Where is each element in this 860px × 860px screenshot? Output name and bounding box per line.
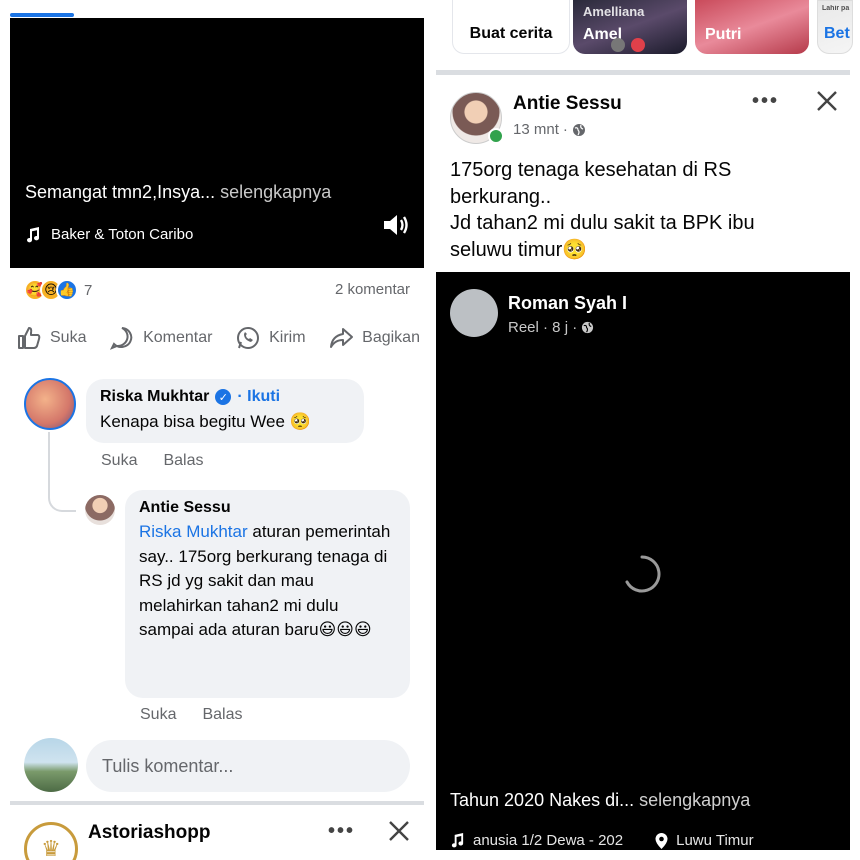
like-reaction-icon: 👍: [56, 279, 78, 301]
reel-author[interactable]: Roman Syah I: [508, 293, 627, 314]
reply-like-button[interactable]: Suka: [140, 706, 176, 724]
story-card[interactable]: Putri: [695, 0, 809, 54]
end-call-icon: [631, 38, 645, 52]
tab-indicator: [10, 13, 74, 17]
post-time[interactable]: 13 mnt: [513, 121, 559, 138]
comment-count[interactable]: 2 komentar: [335, 281, 410, 298]
follow-button[interactable]: · Ikuti: [237, 388, 280, 406]
avatar[interactable]: [450, 289, 498, 337]
post-author[interactable]: Astoriashopp: [88, 822, 210, 844]
location-pin-icon: [655, 832, 668, 849]
post-text-line: berkurang..: [450, 185, 552, 208]
create-story-button[interactable]: Buat cerita: [452, 0, 570, 54]
reply-actions: Suka Balas: [140, 706, 243, 724]
comment-author-row: Riska Mukhtar ✓ · Ikuti: [100, 388, 350, 406]
like-button[interactable]: Suka: [16, 325, 86, 351]
story-top-text: Lahir pa: [822, 5, 850, 12]
see-more-link[interactable]: selengkapnya: [220, 182, 331, 202]
video-caption[interactable]: Semangat tmn2,Insya... selengkapnya: [25, 182, 331, 203]
mic-icon: [611, 38, 625, 52]
loading-spinner-icon: [625, 555, 661, 593]
online-status-dot: [488, 128, 504, 144]
video-player[interactable]: Semangat tmn2,Insya... selengkapnya Bake…: [10, 18, 424, 268]
story-label: Bet: [824, 25, 850, 42]
share-icon: [330, 328, 354, 348]
story-top-text: Amelliana: [583, 4, 645, 19]
comment-input[interactable]: Tulis komentar...: [86, 740, 410, 792]
screen-divider: [428, 0, 432, 860]
feed-separator: [436, 70, 850, 75]
whatsapp-icon: [237, 327, 260, 349]
thumbs-up-icon: [18, 327, 41, 349]
follow-label: Ikuti: [247, 388, 281, 405]
reel-location[interactable]: Luwu Timur: [655, 832, 754, 849]
send-button[interactable]: Kirim: [235, 325, 306, 351]
story-card[interactable]: Amelliana Amel: [573, 0, 687, 54]
music-note-icon: [27, 226, 40, 242]
post-meta: 13 mnt ·: [513, 121, 586, 138]
comment-text: Kenapa bisa begitu Wee 🥺: [100, 412, 311, 431]
post-text-line: seluwu timur🥺: [450, 238, 588, 261]
reel-player[interactable]: Roman Syah I Reel · 8 j · Tahun 2020 Nak…: [436, 272, 850, 850]
like-label: Suka: [50, 329, 87, 346]
reaction-count: 7: [84, 281, 93, 299]
music-title: Baker & Toton Caribo: [51, 226, 194, 243]
post-text-line: Jd tahan2 mi dulu sakit ta BPK ibu: [450, 212, 755, 234]
share-label: Bagikan: [362, 329, 420, 346]
close-icon[interactable]: [814, 88, 840, 114]
comment-author[interactable]: Riska Mukhtar: [100, 388, 209, 406]
globe-icon: [582, 321, 594, 334]
avatar: [24, 738, 78, 792]
post-actions: Suka Komentar Kirim Bagikan: [16, 325, 420, 351]
share-button[interactable]: Bagikan: [328, 325, 420, 351]
music-note-icon: [451, 833, 464, 848]
globe-icon: [572, 123, 585, 136]
speaker-icon[interactable]: [382, 212, 410, 238]
more-options-icon[interactable]: •••: [752, 90, 779, 113]
avatar[interactable]: [85, 495, 115, 525]
video-music[interactable]: Baker & Toton Caribo: [25, 226, 193, 243]
reel-footer: anusia 1/2 Dewa - 202 Luwu Timur: [450, 832, 850, 849]
post-author[interactable]: Antie Sessu: [513, 93, 622, 115]
comment-button[interactable]: Komentar: [109, 325, 212, 351]
send-label: Kirim: [269, 329, 306, 346]
mention-link[interactable]: Riska Mukhtar: [139, 522, 248, 541]
story-label: Putri: [705, 26, 742, 43]
comment-reply-button[interactable]: Balas: [163, 452, 203, 470]
right-screen: Buat cerita Amelliana Amel Putri Lahir p…: [430, 0, 860, 860]
comment-like-button[interactable]: Suka: [101, 452, 137, 470]
reply-text: Riska Mukhtar aturan pemerintah say.. 17…: [139, 520, 396, 643]
comment-actions: Suka Balas: [101, 452, 204, 470]
story-card[interactable]: Lahir pa Bet: [817, 0, 853, 54]
reel-caption[interactable]: Tahun 2020 Nakes di... selengkapnya: [450, 790, 750, 811]
reel-meta: Reel · 8 j ·: [508, 319, 594, 336]
video-caption-text: Semangat tmn2,Insya...: [25, 182, 216, 202]
dot-separator: ·: [562, 121, 568, 138]
reply-thread-line: [48, 432, 76, 512]
feed-separator: [10, 801, 424, 805]
left-screen: Semangat tmn2,Insya... selengkapnya Bake…: [0, 0, 430, 860]
more-options-icon[interactable]: •••: [328, 820, 355, 843]
reel-music[interactable]: anusia 1/2 Dewa - 202: [473, 832, 623, 849]
comment-icon: [110, 327, 133, 350]
close-icon[interactable]: [386, 818, 412, 844]
reply-bubble[interactable]: Antie Sessu Riska Mukhtar aturan pemerin…: [125, 490, 410, 698]
reaction-summary[interactable]: 🥰 😢 👍 7: [24, 279, 92, 301]
reel-meta-text: Reel · 8 j ·: [508, 319, 578, 336]
reply-author[interactable]: Antie Sessu: [139, 499, 396, 517]
verified-icon: ✓: [215, 389, 232, 405]
post-text-line: 175org tenaga kesehatan di RS: [450, 159, 732, 181]
comment-bubble[interactable]: Riska Mukhtar ✓ · Ikuti Kenapa bisa begi…: [86, 379, 364, 443]
see-more-link[interactable]: selengkapnya: [639, 790, 750, 810]
avatar[interactable]: [24, 378, 76, 430]
reel-caption-text: Tahun 2020 Nakes di...: [450, 790, 635, 810]
post-text: 175org tenaga kesehatan di RS berkurang.…: [450, 157, 830, 263]
comment-label: Komentar: [143, 329, 213, 346]
location-label: Luwu Timur: [676, 832, 754, 849]
reply-reply-button[interactable]: Balas: [202, 706, 242, 724]
avatar[interactable]: ♛: [24, 822, 78, 860]
story-call-icons: [611, 38, 645, 52]
